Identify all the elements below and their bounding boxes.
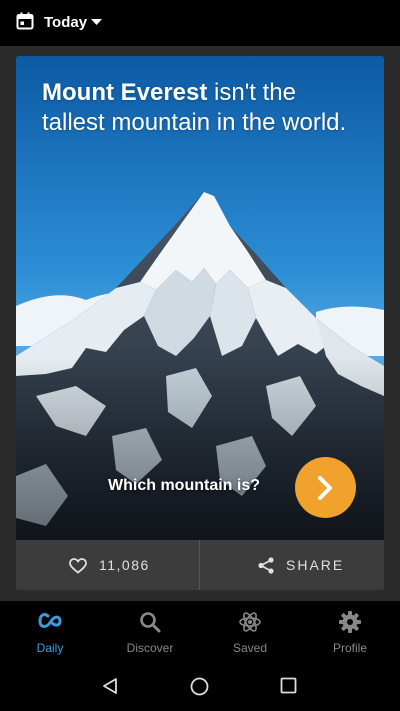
fact-card[interactable]: Mount Everest isn't the tallest mountain… [16, 56, 384, 590]
share-label: SHARE [286, 557, 345, 573]
share-icon [258, 557, 274, 574]
question-text: Which mountain is? [108, 477, 260, 494]
fact-headline: Mount Everest isn't the tallest mountain… [42, 78, 362, 138]
heart-outline-icon [69, 558, 87, 574]
atom-icon [239, 612, 261, 632]
card-action-bar: 11,086 SHARE [16, 540, 384, 590]
date-selector-label[interactable]: Today [44, 14, 87, 31]
nav-item-daily[interactable]: Daily [0, 601, 100, 661]
gear-icon [339, 611, 361, 633]
next-button[interactable] [295, 457, 356, 518]
daily-infinity-icon [38, 613, 62, 628]
bottom-nav: Daily Discover Saved Profile [0, 601, 400, 661]
back-triangle-icon[interactable] [101, 677, 119, 695]
nav-label-profile: Profile [332, 641, 367, 655]
nav-label-daily: Daily [36, 641, 64, 655]
headline-bold: Mount Everest [42, 79, 208, 106]
share-button[interactable]: SHARE [200, 540, 384, 590]
recents-square-icon[interactable] [280, 677, 297, 694]
nav-item-discover[interactable]: Discover [100, 601, 200, 661]
like-count: 11,086 [99, 557, 150, 573]
top-bar: Today [0, 0, 400, 46]
nav-item-saved[interactable]: Saved [200, 601, 300, 661]
caret-down-icon[interactable] [91, 19, 102, 26]
nav-label-discover: Discover [126, 641, 174, 655]
chevron-right-icon [318, 476, 332, 500]
home-circle-icon[interactable] [190, 677, 209, 696]
nav-label-saved: Saved [232, 641, 268, 655]
like-button[interactable]: 11,086 [16, 540, 199, 590]
nav-item-profile[interactable]: Profile [300, 601, 400, 661]
search-icon [140, 612, 161, 633]
calendar-icon[interactable] [16, 12, 34, 30]
system-nav-bar [0, 661, 400, 711]
